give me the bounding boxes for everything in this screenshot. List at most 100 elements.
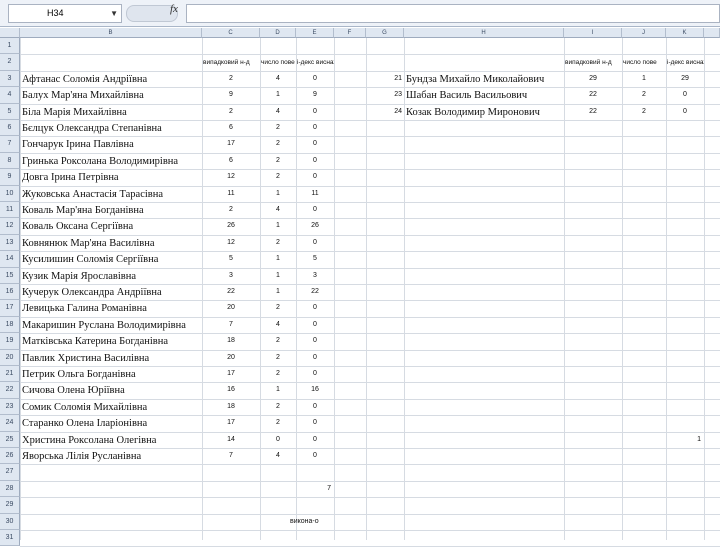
student-name-cell[interactable]: Ковнянюк Мар'яна Василівна bbox=[20, 235, 202, 251]
row-header-27[interactable]: 27 bbox=[0, 464, 20, 481]
student-name-cell[interactable]: Сомик Соломія Михайлівна bbox=[20, 399, 202, 415]
student-name-cell[interactable]: Христина Роксолана Олегівна bbox=[20, 432, 202, 448]
numeric-cell[interactable]: 22 bbox=[296, 284, 334, 300]
numeric-cell[interactable]: 11 bbox=[296, 186, 334, 202]
numeric-cell[interactable]: 22 bbox=[202, 284, 260, 300]
student-name-cell[interactable]: Бундза Михайло Миколайович bbox=[404, 71, 564, 87]
row-header-1[interactable]: 1 bbox=[0, 38, 20, 55]
numeric-cell[interactable]: 3 bbox=[296, 268, 334, 284]
numeric-cell[interactable]: 22 bbox=[564, 87, 622, 103]
row-header-29[interactable]: 29 bbox=[0, 497, 20, 514]
numeric-cell[interactable]: 4 bbox=[260, 71, 296, 87]
numeric-cell[interactable]: 2 bbox=[202, 104, 260, 120]
student-name-cell[interactable]: Левицька Галина Романівна bbox=[20, 300, 202, 316]
numeric-cell[interactable]: 17 bbox=[202, 136, 260, 152]
row-header-31[interactable]: 31 bbox=[0, 530, 20, 547]
numeric-cell[interactable]: 2 bbox=[260, 235, 296, 251]
numeric-cell[interactable]: 0 bbox=[296, 71, 334, 87]
numeric-cell[interactable]: 7 bbox=[202, 317, 260, 333]
numeric-cell[interactable]: 29 bbox=[564, 71, 622, 87]
numeric-cell[interactable]: 0 bbox=[296, 366, 334, 382]
student-name-cell[interactable]: Сичова Олена Юріївна bbox=[20, 382, 202, 398]
student-name-cell[interactable]: Шабан Василь Васильович bbox=[404, 87, 564, 103]
numeric-cell[interactable]: 2 bbox=[260, 350, 296, 366]
numeric-cell[interactable]: 1 bbox=[260, 186, 296, 202]
student-name-cell[interactable]: Коваль Мар'яна Богданівна bbox=[20, 202, 202, 218]
numeric-cell[interactable]: 5 bbox=[296, 251, 334, 267]
numeric-cell[interactable]: 2 bbox=[260, 300, 296, 316]
insert-function-icon[interactable]: fx bbox=[170, 3, 178, 15]
numeric-cell[interactable]: 1 bbox=[260, 382, 296, 398]
numeric-cell[interactable]: 2 bbox=[622, 87, 666, 103]
row-header-22[interactable]: 22 bbox=[0, 382, 20, 399]
student-name-cell[interactable]: Жуковська Анастасія Тарасівна bbox=[20, 186, 202, 202]
numeric-cell[interactable]: 0 bbox=[296, 136, 334, 152]
row-header-10[interactable]: 10 bbox=[0, 185, 20, 202]
numeric-cell[interactable]: 1 bbox=[260, 218, 296, 234]
row-header-15[interactable]: 15 bbox=[0, 267, 20, 284]
column-header-j[interactable]: J bbox=[622, 28, 666, 38]
student-name-cell[interactable]: Павлик Христина Василівна bbox=[20, 350, 202, 366]
row-index-cell[interactable]: 21 bbox=[366, 71, 404, 87]
numeric-cell[interactable]: 2 bbox=[202, 71, 260, 87]
numeric-cell[interactable]: 2 bbox=[260, 136, 296, 152]
numeric-cell[interactable]: 26 bbox=[202, 218, 260, 234]
numeric-cell[interactable]: 0 bbox=[296, 399, 334, 415]
numeric-cell[interactable]: 0 bbox=[296, 235, 334, 251]
numeric-cell[interactable]: 4 bbox=[260, 104, 296, 120]
student-name-cell[interactable]: Кузик Марія Ярославівна bbox=[20, 268, 202, 284]
numeric-cell[interactable]: 2 bbox=[260, 120, 296, 136]
numeric-cell[interactable]: 1 bbox=[260, 284, 296, 300]
numeric-cell[interactable]: 0 bbox=[666, 104, 704, 120]
student-name-cell[interactable]: Матківська Катерина Богданівна bbox=[20, 333, 202, 349]
numeric-cell[interactable]: 0 bbox=[296, 120, 334, 136]
row-header-2[interactable]: 2 bbox=[0, 54, 20, 71]
column-title-cell[interactable]: число пове bbox=[260, 57, 296, 69]
row-header-25[interactable]: 25 bbox=[0, 431, 20, 448]
chevron-down-icon[interactable]: ▼ bbox=[110, 5, 118, 22]
select-all-corner[interactable] bbox=[0, 28, 20, 38]
numeric-cell[interactable]: 2 bbox=[260, 415, 296, 431]
numeric-cell[interactable]: 2 bbox=[260, 333, 296, 349]
student-name-cell[interactable]: Петрик Ольга Богданівна bbox=[20, 366, 202, 382]
numeric-cell[interactable]: 0 bbox=[296, 169, 334, 185]
numeric-cell[interactable]: 2 bbox=[202, 202, 260, 218]
column-title-cell[interactable]: число пове bbox=[622, 57, 666, 69]
column-title-cell[interactable]: випадковий н-д bbox=[202, 57, 260, 69]
numeric-cell[interactable]: 7 bbox=[202, 448, 260, 464]
row-header-9[interactable]: 9 bbox=[0, 169, 20, 186]
row-header-12[interactable]: 12 bbox=[0, 218, 20, 235]
numeric-cell[interactable]: 1 bbox=[260, 87, 296, 103]
student-name-cell[interactable]: Макаришин Руслана Володимирівна bbox=[20, 317, 202, 333]
column-header-g[interactable]: G bbox=[366, 28, 404, 38]
numeric-cell[interactable]: 1 bbox=[260, 268, 296, 284]
name-box[interactable]: H34 ▼ bbox=[8, 4, 122, 23]
column-header-b[interactable]: B bbox=[20, 28, 202, 38]
numeric-cell[interactable]: 3 bbox=[202, 268, 260, 284]
row-header-16[interactable]: 16 bbox=[0, 284, 20, 301]
row-header-18[interactable]: 18 bbox=[0, 316, 20, 334]
row-header-6[interactable]: 6 bbox=[0, 120, 20, 137]
student-name-cell[interactable]: Біла Марія Михайлівна bbox=[20, 104, 202, 120]
numeric-cell[interactable]: 4 bbox=[260, 202, 296, 218]
column-title-cell[interactable]: і-декс виснаж bbox=[296, 57, 334, 69]
numeric-cell[interactable]: 0 bbox=[296, 317, 334, 333]
numeric-cell[interactable]: 17 bbox=[202, 415, 260, 431]
student-name-cell[interactable]: Довга Ірина Петрівна bbox=[20, 169, 202, 185]
row-header-24[interactable]: 24 bbox=[0, 415, 20, 432]
numeric-cell[interactable]: 6 bbox=[202, 120, 260, 136]
numeric-cell[interactable]: 1 bbox=[622, 71, 666, 87]
numeric-cell[interactable]: 2 bbox=[260, 399, 296, 415]
student-name-cell[interactable]: Коваль Оксана Сергіївна bbox=[20, 218, 202, 234]
numeric-cell[interactable]: 29 bbox=[666, 71, 704, 87]
column-header-e[interactable]: E bbox=[296, 28, 334, 38]
column-header-d[interactable]: D bbox=[260, 28, 296, 38]
numeric-cell[interactable]: 7 bbox=[296, 481, 334, 497]
numeric-cell[interactable]: 0 bbox=[296, 448, 334, 464]
numeric-cell[interactable]: 1 bbox=[260, 251, 296, 267]
numeric-cell[interactable]: 4 bbox=[260, 448, 296, 464]
column-header-i[interactable]: I bbox=[564, 28, 622, 38]
row-header-8[interactable]: 8 bbox=[0, 152, 20, 170]
column-header-k[interactable]: K bbox=[666, 28, 704, 38]
row-header-13[interactable]: 13 bbox=[0, 234, 20, 252]
